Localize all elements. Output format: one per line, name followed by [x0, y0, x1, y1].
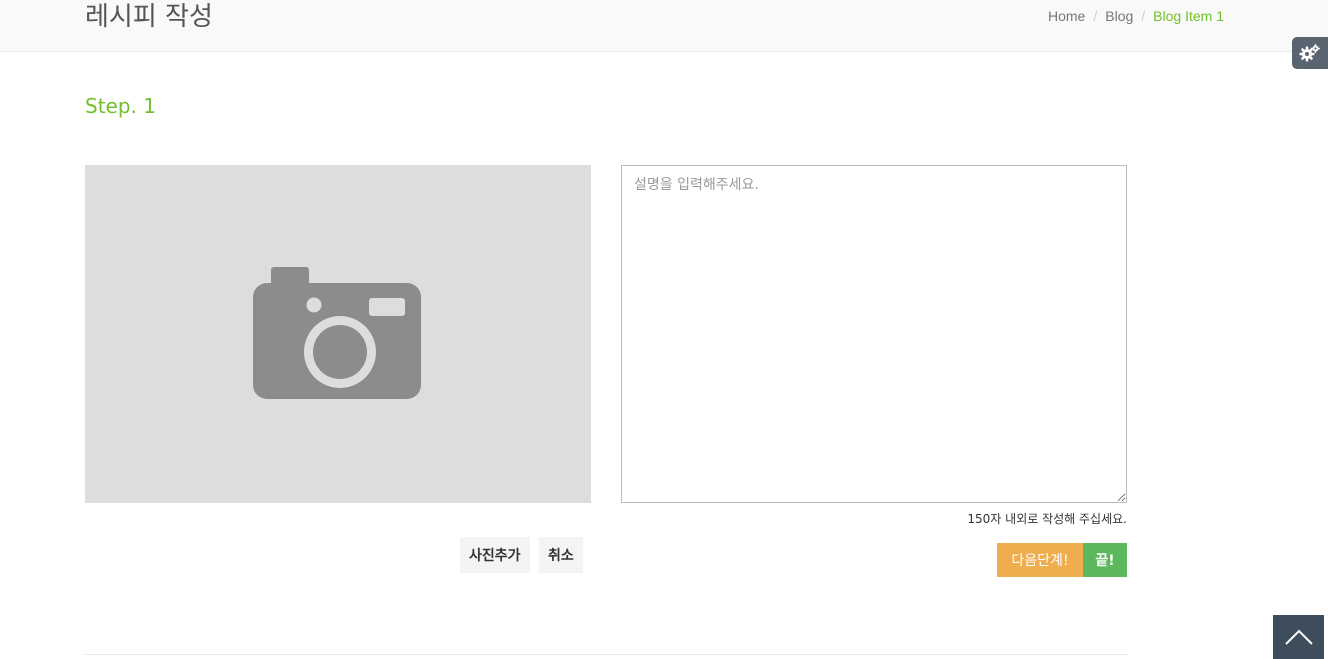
add-photo-button[interactable]: 사진추가	[460, 537, 530, 573]
settings-toggle-button[interactable]	[1292, 37, 1328, 69]
description-textarea[interactable]	[621, 165, 1127, 503]
chevron-up-icon	[1284, 629, 1313, 645]
page-title: 레시피 작성	[85, 2, 213, 32]
photo-upload-area[interactable]	[85, 165, 591, 503]
gears-icon	[1299, 44, 1320, 62]
divider	[85, 654, 1127, 655]
breadcrumb-blog[interactable]: Blog	[1105, 8, 1133, 24]
camera-icon	[253, 267, 421, 399]
finish-button[interactable]: 끝!	[1083, 543, 1127, 577]
next-step-button[interactable]: 다음단계!	[997, 543, 1083, 577]
breadcrumb: Home / Blog / Blog Item 1	[1048, 8, 1224, 24]
breadcrumb-separator: /	[1141, 8, 1146, 24]
breadcrumb-separator: /	[1093, 8, 1098, 24]
cancel-button[interactable]: 취소	[539, 537, 583, 573]
step-title: Step. 1	[85, 94, 156, 118]
breadcrumb-home[interactable]: Home	[1048, 8, 1085, 24]
back-to-top-button[interactable]	[1273, 615, 1324, 659]
description-hint: 150자 내외로 작성해 주십세요.	[967, 512, 1127, 526]
page-header: 레시피 작성 Home / Blog / Blog Item 1	[0, 0, 1328, 52]
breadcrumb-current: Blog Item 1	[1153, 8, 1224, 24]
